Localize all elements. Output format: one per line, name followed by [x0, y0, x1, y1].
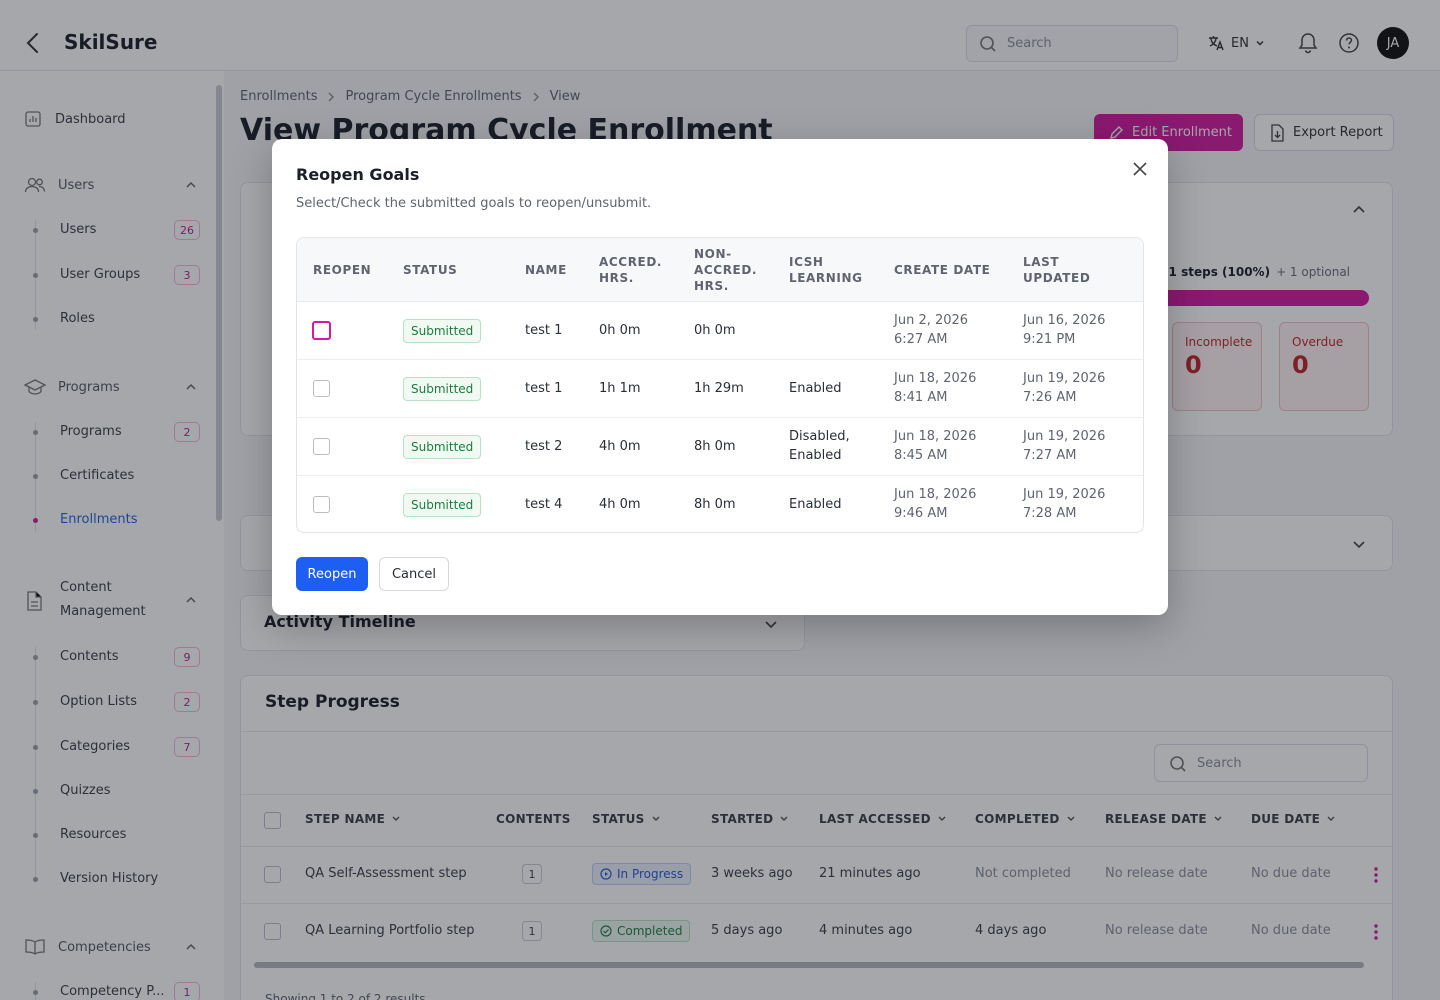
goal-name: test 2 — [525, 439, 563, 454]
column-header-nonaccred-1: NON- — [694, 247, 732, 261]
modal-subtitle: Select/Check the submitted goals to reop… — [296, 196, 652, 211]
column-header-reopen: REOPEN — [313, 263, 372, 277]
goal-name: test 4 — [525, 497, 563, 512]
accred-hours: 0h 0m — [599, 323, 641, 338]
column-header-nonaccred-3: HRS. — [694, 279, 729, 293]
accred-hours: 1h 1m — [599, 381, 641, 396]
column-header-icsh-2: LEARNING — [789, 271, 863, 285]
reopen-checkbox[interactable] — [312, 321, 331, 340]
nonaccred-hours: 0h 0m — [694, 323, 736, 338]
create-time: 8:45 AM — [894, 448, 948, 463]
reopen-checkbox[interactable] — [313, 438, 330, 455]
icsh-learning: Enabled — [789, 497, 842, 512]
column-header-create-date: CREATE DATE — [894, 263, 991, 277]
nonaccred-hours: 8h 0m — [694, 497, 736, 512]
updated-date: Jun 19, 2026 — [1023, 487, 1106, 502]
updated-time: 7:27 AM — [1023, 448, 1077, 463]
create-time: 8:41 AM — [894, 390, 948, 405]
goal-row: Submitted test 4 4h 0m 8h 0m Enabled Jun… — [297, 476, 1143, 532]
close-icon[interactable] — [1130, 159, 1150, 179]
status-badge-submitted: Submitted — [403, 493, 482, 517]
cancel-button[interactable]: Cancel — [379, 557, 449, 591]
goal-row: Submitted test 1 0h 0m 0h 0m Jun 2, 2026… — [297, 302, 1143, 360]
icsh-learning: Disabled, — [789, 429, 850, 444]
column-header-status: STATUS — [403, 263, 458, 277]
column-header-accred-2: HRS. — [599, 271, 634, 285]
status-badge-submitted: Submitted — [403, 435, 482, 459]
updated-time: 7:28 AM — [1023, 506, 1077, 521]
status-badge-submitted: Submitted — [403, 319, 482, 343]
goal-row: Submitted test 1 1h 1m 1h 29m Enabled Ju… — [297, 360, 1143, 418]
icsh-learning: Enabled — [789, 381, 842, 396]
column-header-nonaccred-2: ACCRED. — [694, 263, 758, 277]
updated-date: Jun 19, 2026 — [1023, 429, 1106, 444]
nonaccred-hours: 1h 29m — [694, 381, 744, 396]
create-time: 9:46 AM — [894, 506, 948, 521]
goals-table: REOPEN STATUS NAME ACCRED. HRS. NON- ACC… — [296, 237, 1144, 533]
accred-hours: 4h 0m — [599, 439, 641, 454]
reopen-button[interactable]: Reopen — [296, 557, 368, 591]
updated-time: 7:26 AM — [1023, 390, 1077, 405]
column-header-accred-1: ACCRED. — [599, 255, 663, 269]
column-header-last-updated-2: UPDATED — [1023, 271, 1091, 285]
create-date: Jun 2, 2026 — [894, 313, 969, 328]
updated-date: Jun 19, 2026 — [1023, 371, 1106, 386]
accred-hours: 4h 0m — [599, 497, 641, 512]
create-date: Jun 18, 2026 — [894, 487, 977, 502]
create-date: Jun 18, 2026 — [894, 429, 977, 444]
reopen-checkbox[interactable] — [313, 496, 330, 513]
updated-time: 9:21 PM — [1023, 332, 1076, 347]
goal-name: test 1 — [525, 323, 563, 338]
column-header-last-updated-1: LAST — [1023, 255, 1060, 269]
goal-row: Submitted test 2 4h 0m 8h 0m Disabled, E… — [297, 418, 1143, 476]
reopen-checkbox[interactable] — [313, 380, 330, 397]
modal-title: Reopen Goals — [296, 165, 420, 184]
create-date: Jun 18, 2026 — [894, 371, 977, 386]
status-badge-submitted: Submitted — [403, 377, 482, 401]
reopen-goals-modal: Reopen Goals Select/Check the submitted … — [272, 139, 1168, 615]
nonaccred-hours: 8h 0m — [694, 439, 736, 454]
goal-name: test 1 — [525, 381, 563, 396]
updated-date: Jun 16, 2026 — [1023, 313, 1106, 328]
goals-table-header: REOPEN STATUS NAME ACCRED. HRS. NON- ACC… — [297, 238, 1143, 302]
column-header-name: NAME — [525, 263, 567, 277]
create-time: 6:27 AM — [894, 332, 948, 347]
icsh-learning-2: Enabled — [789, 448, 842, 463]
column-header-icsh-1: ICSH — [789, 255, 824, 269]
